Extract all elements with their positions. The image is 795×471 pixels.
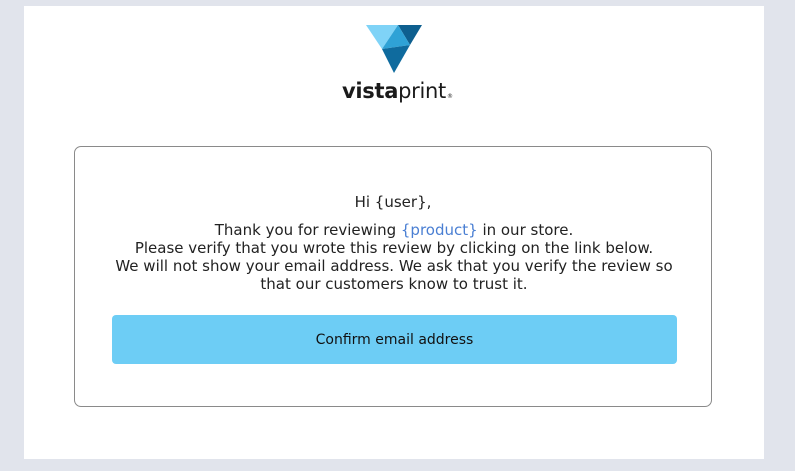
wordmark-print: print (398, 79, 446, 103)
vistaprint-wordmark: vistaprint® (342, 78, 453, 104)
registered-mark: ® (446, 93, 453, 100)
message-line-2: Please verify that you wrote this review… (134, 239, 654, 257)
greeting-text: Hi {user}, (354, 193, 432, 211)
message-line-1-prefix: Thank you for reviewing (214, 221, 401, 239)
message-body: Thank you for reviewing {product} in our… (115, 221, 673, 293)
message-line-1: Thank you for reviewing {product} in our… (115, 221, 673, 239)
message-line-1-suffix: in our store. (477, 221, 574, 239)
email-canvas: vistaprint® Hi {user}, Thank you for rev… (24, 6, 764, 459)
confirm-email-button[interactable]: Confirm email address (112, 315, 677, 364)
message-line-3: We will not show your email address. We … (115, 257, 673, 275)
review-verification-card: Hi {user}, Thank you for reviewing {prod… (74, 146, 712, 407)
product-link[interactable]: {product} (401, 221, 478, 239)
message-line-4: that our customers know to trust it. (260, 275, 528, 293)
vistaprint-logo-icon (366, 25, 422, 73)
wordmark-vista: vista (342, 79, 399, 103)
